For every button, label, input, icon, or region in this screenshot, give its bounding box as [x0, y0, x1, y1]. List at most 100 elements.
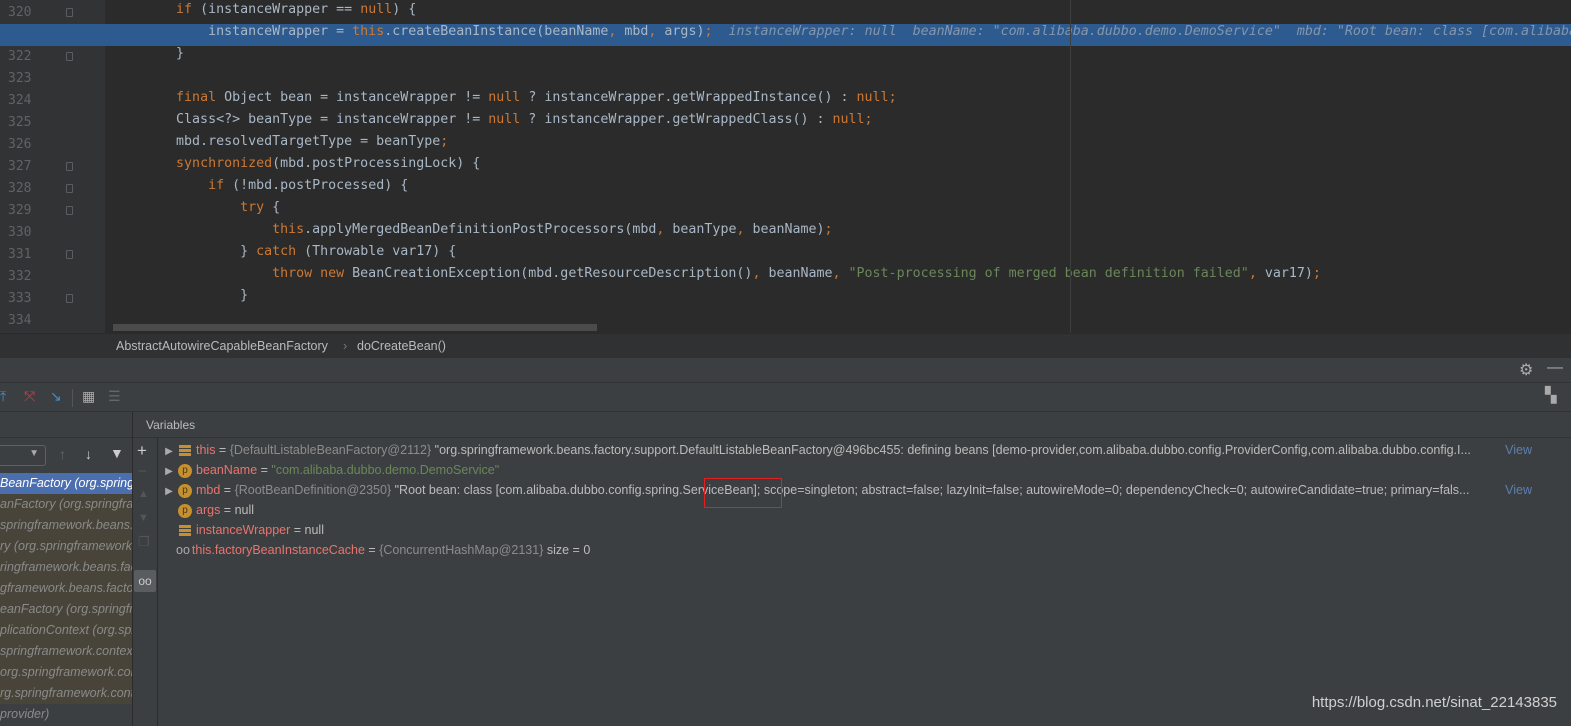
code-line[interactable]: } [0, 46, 1571, 68]
breadcrumb-separator: › [343, 339, 348, 353]
code-line[interactable]: synchronized(mbd.postProcessingLock) { [0, 156, 1571, 178]
filter-icon[interactable]: ▼ [110, 445, 124, 461]
move-up-icon[interactable]: ▲ [138, 488, 149, 500]
current-execution-line[interactable]: instanceWrapper = this.createBeanInstanc… [0, 24, 1571, 46]
variable-value: null [304, 523, 324, 537]
stack-frame[interactable]: gframework.beans.factory [0, 578, 132, 599]
view-link[interactable]: View [1502, 440, 1532, 460]
code-token: } [112, 46, 185, 61]
evaluate-expression-icon[interactable]: ▦ [82, 388, 95, 405]
stack-frame[interactable]: provider) [0, 704, 132, 725]
field-icon [179, 525, 191, 537]
code-token: ? instanceWrapper.getWrappedInstance() : [520, 90, 857, 105]
code-token: "Post-processing of merged bean definiti… [848, 266, 1249, 281]
code-editor[interactable]: 3203213223233243253263273283293303313323… [0, 0, 1571, 333]
watches-toggle-icon[interactable]: oo [134, 570, 156, 592]
step-out-icon[interactable]: ⤒ [0, 388, 6, 405]
code-token: this [272, 222, 305, 237]
breadcrumb-class[interactable]: AbstractAutowireCapableBeanFactory [116, 339, 328, 353]
variable-row[interactable]: oo this.factoryBeanInstanceCache = {Concu… [160, 540, 1540, 560]
field-icon [179, 445, 191, 457]
code-token: , [608, 24, 625, 39]
expand-arrow-icon[interactable]: ▶ [160, 442, 178, 460]
arrow-up-icon[interactable]: ↑ [59, 446, 66, 462]
drop-frame-icon[interactable]: ⤧ [24, 388, 35, 405]
move-down-icon[interactable]: ▼ [138, 512, 149, 524]
code-token: this [352, 24, 385, 39]
code-line[interactable]: throw new BeanCreationException(mbd.getR… [0, 266, 1571, 288]
variable-value: size = 0 [543, 543, 591, 557]
arrow-down-icon[interactable]: ↓ [85, 446, 92, 462]
remove-watch-icon[interactable]: − [138, 463, 147, 480]
variable-row[interactable]: ▶ p mbd = {RootBeanDefinition@2350} "Root … [160, 480, 1540, 500]
stack-frame[interactable]: anFactory (org.springframework.beans) [0, 494, 132, 515]
stack-frame[interactable]: BeanFactory (org.springframework.beans.f… [0, 473, 132, 494]
code-token: null [488, 90, 521, 105]
copy-icon[interactable]: ❐ [138, 534, 150, 550]
code-token: var17) [1264, 266, 1313, 281]
variable-row[interactable]: ▶ this = {DefaultListableBeanFactory@2112… [160, 440, 1540, 460]
variable-type: {ConcurrentHashMap@2131} [379, 543, 544, 557]
right-margin-guide [1070, 0, 1071, 333]
code-token: , [736, 222, 753, 237]
expand-arrow-icon[interactable]: ▶ [160, 482, 178, 500]
code-token: , [832, 266, 849, 281]
code-line[interactable] [0, 68, 1571, 90]
code-token: ? instanceWrapper.getWrappedClass() : [520, 112, 833, 127]
code-line[interactable]: Class<?> beanType = instanceWrapper != n… [0, 112, 1571, 134]
code-line[interactable]: if (instanceWrapper == null) { [0, 2, 1571, 24]
minimize-icon[interactable]: — [1547, 359, 1563, 377]
stack-frame[interactable]: springframework.beans.factory [0, 515, 132, 536]
code-line[interactable]: final Object bean = instanceWrapper != n… [0, 90, 1571, 112]
stack-frame[interactable]: ringframework.beans.factory [0, 557, 132, 578]
variable-name: args [196, 503, 221, 517]
variable-row[interactable]: ▶ p beanName = "com.alibaba.dubbo.demo.Dem… [160, 460, 1540, 480]
run-to-cursor-icon[interactable]: ↘ [50, 388, 62, 405]
code-token: final [176, 90, 225, 105]
expand-arrow-icon[interactable]: ▶ [160, 462, 178, 480]
code-token: mbd [624, 24, 649, 39]
stack-frame[interactable]: plicationContext (org.springframework) [0, 620, 132, 641]
code-token: , [1248, 266, 1265, 281]
horizontal-scrollbar[interactable] [113, 324, 597, 331]
gear-icon[interactable]: ⚙ [1519, 360, 1533, 380]
stack-frame[interactable]: ry (org.springframework.beans) [0, 536, 132, 557]
add-watch-icon[interactable]: + [137, 441, 147, 461]
variable-name: this [196, 443, 216, 457]
view-link[interactable]: View [1502, 480, 1532, 500]
stack-frame[interactable]: rg.springframework.context [0, 683, 132, 704]
code-line[interactable]: if (!mbd.postProcessed) { [0, 178, 1571, 200]
variable-row[interactable]: instanceWrapper = null [160, 520, 1540, 540]
thread-selector[interactable]: ▼ [0, 445, 46, 466]
variable-row[interactable]: p args = null [160, 500, 1540, 520]
stack-frame[interactable]: springframework.context [0, 641, 132, 662]
code-token: , [648, 24, 665, 39]
stack-frame[interactable]: org.springframework.context [0, 662, 132, 683]
code-line[interactable]: } [0, 288, 1571, 310]
stack-frame[interactable]: eanFactory (org.springframework) [0, 599, 132, 620]
code-token: ; [864, 112, 873, 127]
code-token: null [488, 112, 521, 127]
code-token: (instanceWrapper == [200, 2, 361, 17]
code-line[interactable]: } catch (Throwable var17) { [0, 244, 1571, 266]
layout-icon[interactable]: ▚ [1545, 386, 1557, 404]
code-line[interactable]: this.applyMergedBeanDefinitionPostProces… [0, 222, 1571, 244]
code-token: synchronized [176, 156, 273, 171]
parameter-icon: p [178, 483, 192, 498]
code-line[interactable]: mbd.resolvedTargetType = beanType; [0, 134, 1571, 156]
trace-icon[interactable]: ☰ [108, 388, 121, 405]
code-token: ; [824, 222, 833, 237]
debug-toolbar: ⤒ ⤧ ↘ ▦ ☰ ▚ [0, 383, 1571, 412]
code-token: ; [888, 90, 897, 105]
breadcrumb-method[interactable]: doCreateBean() [357, 339, 446, 353]
parameter-icon: p [178, 463, 192, 478]
code-token: (!mbd.postProcessed) { [232, 178, 409, 193]
breadcrumb: AbstractAutowireCapableBeanFactory › doC… [0, 333, 1571, 358]
watermark: https://blog.csdn.net/sinat_22143835 [1311, 694, 1557, 711]
code-token: catch [256, 244, 305, 259]
code-line[interactable]: try { [0, 200, 1571, 222]
parameter-icon: p [178, 503, 192, 518]
code-token: try [240, 200, 273, 215]
